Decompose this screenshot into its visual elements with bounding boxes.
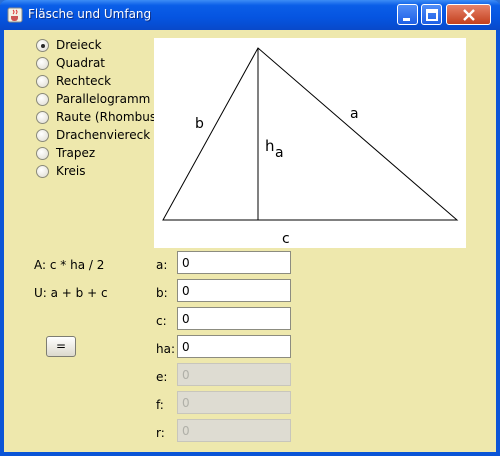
field-label-c: c: [156, 314, 167, 328]
close-button[interactable] [446, 4, 491, 25]
radio-label: Dreieck [56, 38, 102, 52]
window-title: Fläsche und Umfang [28, 7, 152, 21]
field-label-e: e: [156, 370, 168, 384]
triangle-diagram: b a h a c [162, 47, 459, 247]
field-label-r: r: [156, 426, 165, 440]
maximize-icon [426, 9, 438, 21]
triangle-outline [162, 47, 459, 221]
input-r [177, 419, 291, 442]
radio-circle [36, 75, 49, 88]
radio-label: Kreis [56, 164, 86, 178]
radio-label: Drachenviereck [56, 128, 151, 142]
radio-label: Raute (Rhombus) [56, 110, 161, 124]
label-b: b [195, 116, 204, 132]
calculate-button[interactable]: = [46, 336, 76, 357]
field-label-ha: ha: [156, 342, 176, 356]
main-panel: Dreieck Quadrat Rechteck Parallelogramm … [4, 30, 496, 452]
label-h: h [265, 137, 275, 155]
shape-diagram: b a h a c [154, 38, 466, 248]
label-a: a [350, 106, 359, 122]
radio-circle [36, 129, 49, 142]
close-icon [463, 9, 475, 21]
perimeter-formula: U: a + b + c [34, 286, 108, 300]
input-ha[interactable] [177, 335, 291, 358]
java-cup-icon [7, 7, 23, 23]
input-f [177, 391, 291, 414]
title-bar[interactable]: Fläsche und Umfang [0, 0, 500, 30]
input-c[interactable] [177, 307, 291, 330]
label-c: c [282, 231, 290, 247]
radio-circle [36, 111, 49, 124]
minimize-icon [403, 18, 410, 21]
radio-label: Rechteck [56, 74, 112, 88]
input-a[interactable] [177, 251, 291, 274]
radio-label: Parallelogramm [56, 92, 151, 106]
area-formula: A: c * ha / 2 [34, 258, 105, 272]
input-b[interactable] [177, 279, 291, 302]
radio-label: Quadrat [56, 56, 106, 70]
radio-circle [36, 39, 49, 52]
field-label-f: f: [156, 398, 164, 412]
maximize-button[interactable] [421, 4, 442, 25]
radio-label: Trapez [56, 146, 96, 160]
radio-circle [36, 93, 49, 106]
radio-selected-dot [40, 43, 45, 48]
radio-circle [36, 147, 49, 160]
radio-circle [36, 165, 49, 178]
minimize-button[interactable] [397, 4, 418, 25]
radio-circle [36, 57, 49, 70]
input-e [177, 363, 291, 386]
field-label-b: b: [156, 286, 168, 300]
app-window: Fläsche und Umfang Dreieck Quadrat Recht… [0, 0, 500, 456]
field-label-a: a: [156, 258, 168, 272]
label-h-subscript: a [275, 145, 284, 161]
